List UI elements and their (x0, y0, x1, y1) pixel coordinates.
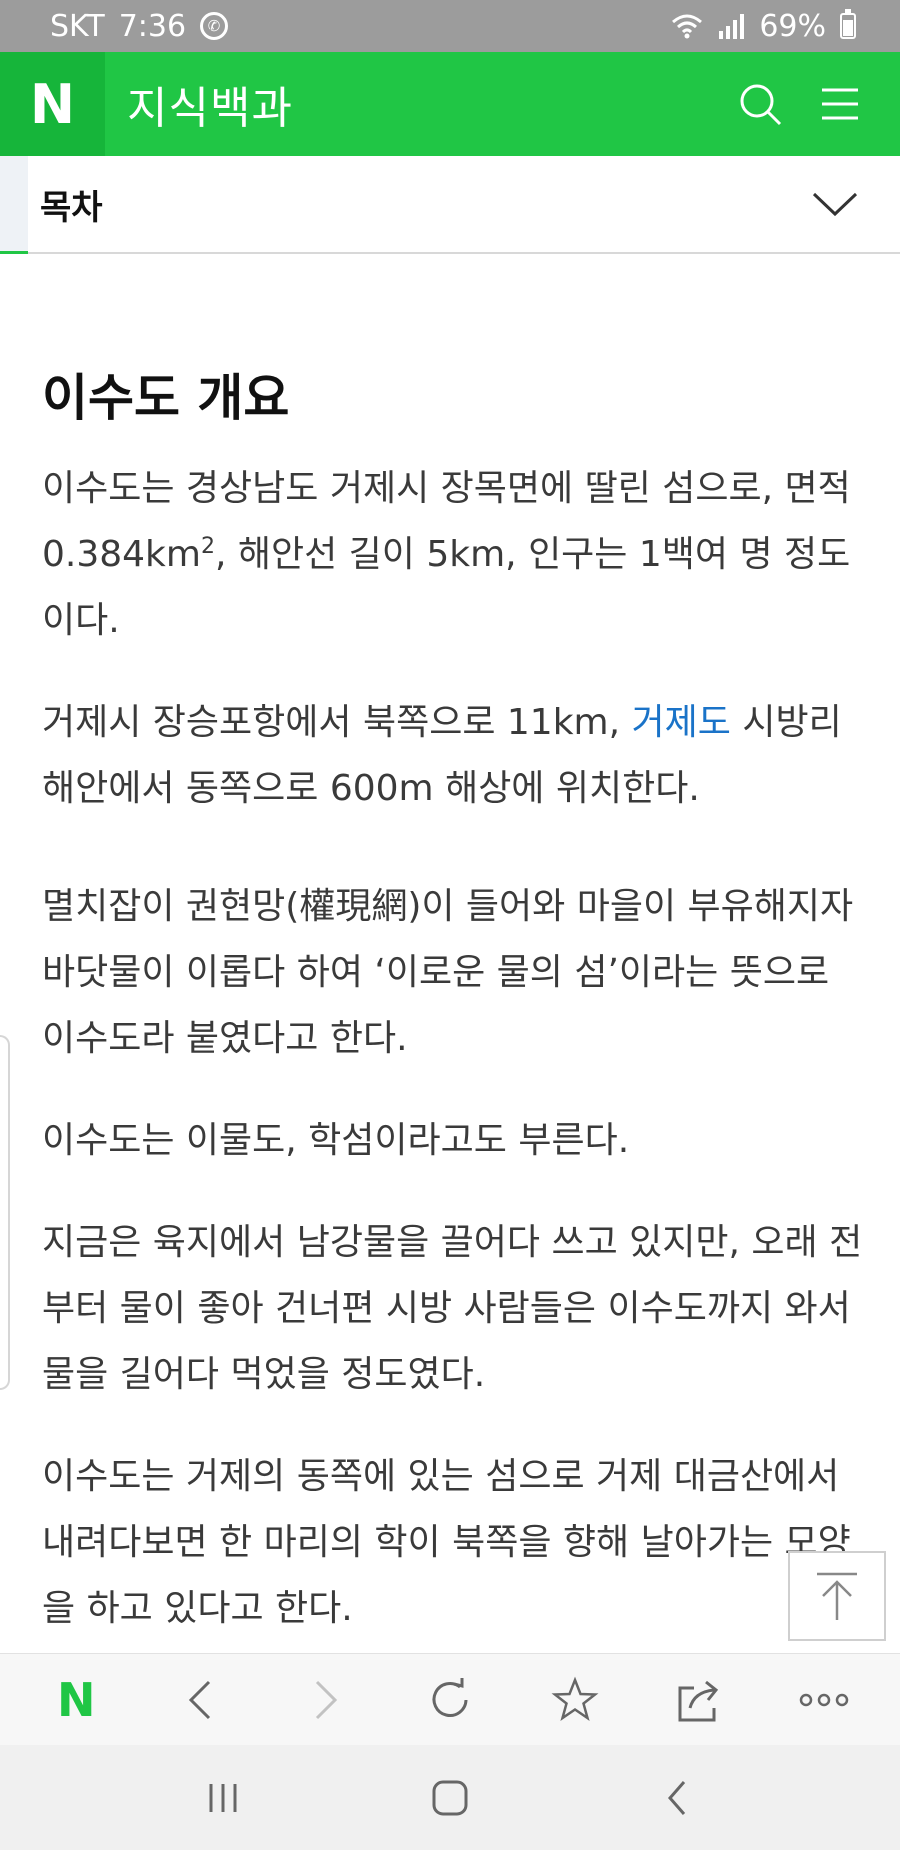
geoje-link[interactable]: 거제도 (632, 702, 731, 743)
paragraph-name-origin: 멸치잡이 권현망(權現網)이 들어와 마을이 부유해지자 바닷물이 이롭다 하여… (42, 886, 854, 1059)
more-icon[interactable] (792, 1668, 856, 1732)
paragraph-water: 지금은 육지에서 남강물을 끌어다 쓰고 있지만, 오래 전부터 물이 좋아 건… (42, 1222, 863, 1395)
toc-label[interactable]: 목차 (40, 180, 103, 229)
star-icon[interactable] (543, 1668, 607, 1732)
article-content: 이수도 개요 이수도는 경상남도 거제시 장목면에 딸린 섬으로, 면적 0.3… (42, 254, 872, 1678)
paragraph-crane-shape: 이수도는 거제의 동쪽에 있는 섬으로 거제 대금산에서 내려다보면 한 마리의… (42, 1456, 851, 1629)
arrow-up-to-top-icon (817, 1572, 857, 1620)
side-handle[interactable] (0, 1035, 10, 1390)
status-bar: SKT 7:36 ✆ 69% (0, 0, 900, 52)
status-left: SKT 7:36 ✆ (50, 8, 229, 44)
paragraph-location: 거제시 장승포항에서 북쪽으로 11km, 거제도 시방리 해안에서 동쪽으로 … (42, 690, 872, 822)
nav-back-icon[interactable] (642, 1768, 712, 1828)
system-nav-bar (0, 1745, 900, 1850)
screen: SKT 7:36 ✆ 69% N 지식백과 목차 이수도 개요 이수도는 경상남… (0, 0, 900, 1850)
search-icon[interactable] (736, 80, 784, 128)
share-icon[interactable] (667, 1668, 731, 1732)
carrier-label: SKT (50, 8, 105, 44)
toc-bar[interactable]: 목차 (0, 156, 900, 254)
refresh-icon[interactable] (418, 1668, 482, 1732)
p1-superscript: 2 (200, 534, 215, 559)
reading-progress (0, 251, 28, 254)
paragraph-area: 이수도는 경상남도 거제시 장목면에 딸린 섬으로, 면적 0.384km2, … (42, 456, 872, 654)
app-header: N 지식백과 (0, 52, 900, 156)
time-label: 7:36 (118, 8, 187, 44)
call-status-icon: ✆ (200, 12, 229, 40)
naver-logo-icon[interactable]: N (44, 1668, 108, 1732)
signal-icon (719, 14, 745, 39)
battery-icon (840, 9, 856, 39)
chevron-down-icon[interactable] (810, 184, 860, 224)
back-icon[interactable] (169, 1668, 233, 1732)
header-actions (736, 80, 900, 128)
scroll-to-top-button[interactable] (788, 1551, 886, 1641)
status-right: 69% (671, 9, 856, 44)
wifi-icon (672, 14, 703, 39)
forward-icon[interactable] (293, 1668, 357, 1732)
toc-edge (0, 156, 28, 252)
app-title[interactable]: 지식백과 (127, 72, 293, 136)
naver-logo[interactable]: N (0, 52, 105, 156)
recents-icon[interactable] (188, 1768, 258, 1828)
article-heading: 이수도 개요 (42, 369, 290, 427)
p2-text: 거제시 장승포항에서 북쪽으로 11km, (42, 702, 632, 743)
menu-icon[interactable] (816, 80, 864, 128)
paragraph-alt-names: 이수도는 이물도, 학섬이라고도 부른다. (42, 1120, 630, 1161)
home-icon[interactable] (415, 1768, 485, 1828)
browser-toolbar: N (0, 1653, 900, 1745)
battery-percent: 69% (759, 8, 826, 44)
